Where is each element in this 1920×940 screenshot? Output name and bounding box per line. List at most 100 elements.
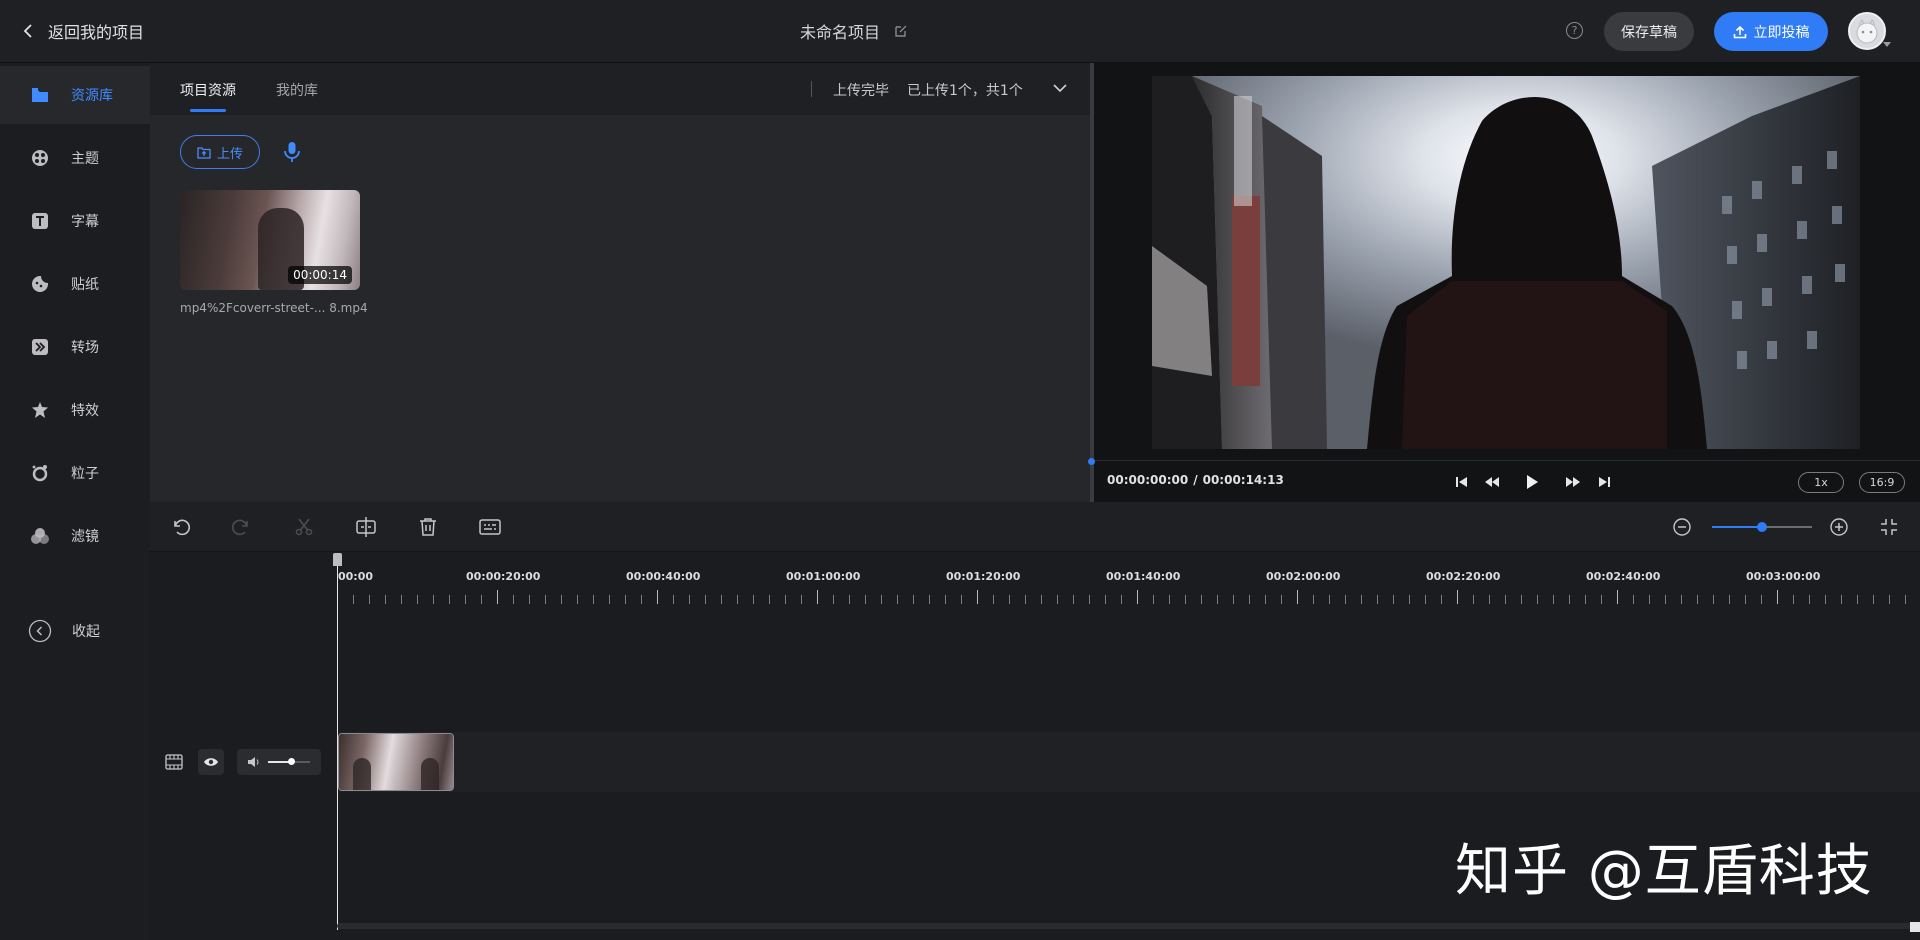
scrollbar-end-handle[interactable] xyxy=(1910,922,1920,932)
upload-folder-icon xyxy=(197,146,211,159)
publish-button[interactable]: 立即投稿 xyxy=(1714,12,1828,51)
track-film-button[interactable] xyxy=(161,749,187,775)
clip-figure xyxy=(421,758,439,790)
sidebar-item-effects[interactable]: 特效 xyxy=(0,381,150,439)
ruler-label: 00:00:40:00 xyxy=(626,570,701,583)
edit-icon[interactable] xyxy=(894,24,908,38)
delete-button[interactable] xyxy=(416,515,440,539)
back-to-projects-link[interactable]: 返回我的项目 xyxy=(22,19,144,43)
video-preview[interactable] xyxy=(1152,76,1860,449)
sidebar-item-transition[interactable]: 转场 xyxy=(0,318,150,376)
sidebar-item-subtitle[interactable]: 字幕 xyxy=(0,192,150,250)
avatar[interactable] xyxy=(1848,12,1886,50)
sidebar-item-sticker[interactable]: 贴纸 xyxy=(0,255,150,313)
sidebar-item-label: 滤镜 xyxy=(71,529,99,545)
zoom-in-icon xyxy=(1830,518,1848,536)
rewind-button[interactable] xyxy=(1482,472,1502,492)
current-time: 00:00:00:00 xyxy=(1107,473,1189,487)
redo-icon xyxy=(232,519,248,536)
sidebar-item-library[interactable]: 资源库 xyxy=(0,66,150,124)
sidebar-item-filter[interactable]: 滤镜 xyxy=(0,507,150,565)
aspect-ratio-button[interactable]: 16:9 xyxy=(1859,472,1905,493)
upload-icon xyxy=(1733,25,1746,38)
divider xyxy=(811,81,812,97)
fit-icon xyxy=(1881,519,1897,535)
top-bar: 返回我的项目 未命名项目 ? 保存草稿 立即投稿 xyxy=(0,0,1920,63)
ruler-label: 00:00 xyxy=(338,570,374,583)
scissors-icon xyxy=(295,518,313,536)
trash-icon xyxy=(420,518,436,536)
project-title: 未命名项目 xyxy=(800,23,881,42)
help-icon[interactable]: ? xyxy=(1566,22,1583,39)
sidebar-item-label: 贴纸 xyxy=(71,277,99,293)
fast-forward-icon xyxy=(1566,477,1580,487)
preview-progress-track[interactable] xyxy=(1090,460,1920,461)
edit-toolbar xyxy=(150,502,1920,552)
panel-resize-handle[interactable] xyxy=(1090,63,1094,502)
theme-icon xyxy=(30,148,50,168)
time-separator: / xyxy=(1193,473,1198,487)
microphone-icon[interactable] xyxy=(282,141,302,163)
timecode: 00:00:00:00 / 00:00:14:13 xyxy=(1107,473,1284,487)
fast-forward-button[interactable] xyxy=(1563,472,1583,492)
video-frame xyxy=(1152,76,1860,449)
play-button[interactable] xyxy=(1522,472,1542,492)
undo-button[interactable] xyxy=(168,515,192,539)
sidebar-item-particle[interactable]: 粒子 xyxy=(0,444,150,502)
sidebar-item-theme[interactable]: 主题 xyxy=(0,129,150,187)
track-visibility-button[interactable] xyxy=(198,749,224,775)
tab-my-library[interactable]: 我的库 xyxy=(276,80,318,100)
chevron-down-icon[interactable] xyxy=(1053,83,1067,93)
sidebar-item-label: 字幕 xyxy=(71,214,99,230)
particle-icon xyxy=(30,463,50,483)
zoom-in-button[interactable] xyxy=(1827,515,1851,539)
skip-to-end-button[interactable] xyxy=(1594,472,1614,492)
clip-frame xyxy=(397,734,453,790)
zoom-slider-handle[interactable] xyxy=(1757,522,1767,532)
ruler-label: 00:00:20:00 xyxy=(466,570,541,583)
playback-speed-button[interactable]: 1x xyxy=(1798,472,1844,493)
timeline-clip[interactable] xyxy=(338,733,454,791)
playhead-handle[interactable] xyxy=(333,553,342,566)
sidebar-collapse-button[interactable]: 收起 xyxy=(0,602,150,660)
preview-progress-handle[interactable] xyxy=(1088,458,1095,465)
volume-handle[interactable] xyxy=(288,758,295,765)
play-icon xyxy=(1527,475,1538,489)
timeline-horizontal-scrollbar[interactable] xyxy=(337,923,1920,929)
tab-project-assets[interactable]: 项目资源 xyxy=(180,80,236,100)
clip-figure xyxy=(353,758,371,790)
track-volume-control[interactable] xyxy=(237,749,321,775)
video-track[interactable] xyxy=(337,732,1920,792)
project-title-area[interactable]: 未命名项目 xyxy=(800,19,908,43)
split-button[interactable] xyxy=(354,515,378,539)
playhead-line xyxy=(337,562,338,930)
subtitle-icon xyxy=(30,211,50,231)
total-time: 00:00:14:13 xyxy=(1202,473,1284,487)
speaker-icon xyxy=(248,757,259,767)
publish-label: 立即投稿 xyxy=(1753,24,1810,41)
ruler-label: 00:01:00:00 xyxy=(786,570,861,583)
zoom-slider-fill xyxy=(1712,526,1762,528)
upload-button[interactable]: 上传 xyxy=(180,135,260,169)
zoom-out-button[interactable] xyxy=(1670,515,1694,539)
avatar-face-icon xyxy=(1856,18,1878,44)
fit-timeline-button[interactable] xyxy=(1877,515,1901,539)
effects-icon xyxy=(30,400,50,420)
save-draft-button[interactable]: 保存草稿 xyxy=(1604,12,1694,51)
media-filename: mp4%2Fcoverr-street-... 8.mp4 xyxy=(180,301,368,315)
asset-panel: 项目资源 我的库 上传完毕 已上传1个，共1个 上传 00:00:14 mp4%… xyxy=(150,63,1090,502)
ruler-label: 00:01:20:00 xyxy=(946,570,1021,583)
cut-button[interactable] xyxy=(292,515,316,539)
zoom-out-icon xyxy=(1673,518,1691,536)
skip-to-start-button[interactable] xyxy=(1452,472,1472,492)
sidebar-item-label: 主题 xyxy=(71,151,99,167)
collapse-icon xyxy=(28,619,52,643)
caption-button[interactable] xyxy=(478,515,502,539)
media-thumbnail[interactable]: 00:00:14 xyxy=(180,190,360,290)
timeline-ruler[interactable] xyxy=(337,580,1920,606)
redo-button[interactable] xyxy=(230,515,254,539)
caption-icon xyxy=(479,519,501,535)
sidebar-item-label: 资源库 xyxy=(71,88,113,104)
account-dropdown-caret-icon[interactable] xyxy=(1883,42,1891,47)
undo-icon xyxy=(174,519,190,536)
